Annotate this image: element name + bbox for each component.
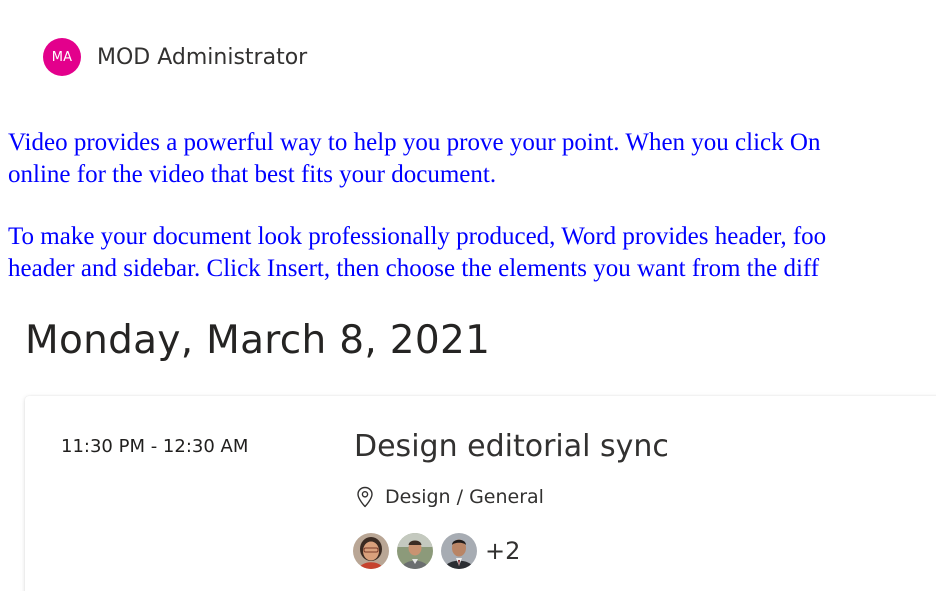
attendee-list[interactable]: +2	[353, 533, 520, 569]
attendee-avatar-2[interactable]	[397, 533, 433, 569]
event-time: 11:30 PM - 12:30 AM	[61, 436, 249, 457]
event-location: Design / General	[355, 486, 544, 508]
paragraph-line: header and sidebar. Click Insert, then c…	[8, 255, 820, 282]
event-card[interactable]: 11:30 PM - 12:30 AM Design editorial syn…	[25, 396, 936, 591]
document-paragraph-1: Video provides a powerful way to help yo…	[8, 127, 936, 191]
attendee-avatar-3[interactable]	[441, 533, 477, 569]
paragraph-line: Video provides a powerful way to help yo…	[8, 129, 821, 156]
user-header: MA MOD Administrator	[43, 38, 307, 76]
location-pin-icon	[355, 486, 375, 508]
paragraph-line: online for the video that best fits your…	[8, 161, 497, 188]
avatar[interactable]: MA	[43, 38, 81, 76]
date-heading: Monday, March 8, 2021	[25, 318, 491, 363]
more-attendees-count[interactable]: +2	[485, 537, 520, 565]
document-paragraph-2: To make your document look professionall…	[8, 221, 936, 285]
avatar-initials: MA	[51, 49, 73, 65]
attendee-avatar-1[interactable]	[353, 533, 389, 569]
event-title[interactable]: Design editorial sync	[354, 429, 669, 464]
location-text: Design / General	[385, 486, 544, 508]
user-name: MOD Administrator	[97, 44, 308, 70]
paragraph-line: To make your document look professionall…	[8, 223, 827, 250]
